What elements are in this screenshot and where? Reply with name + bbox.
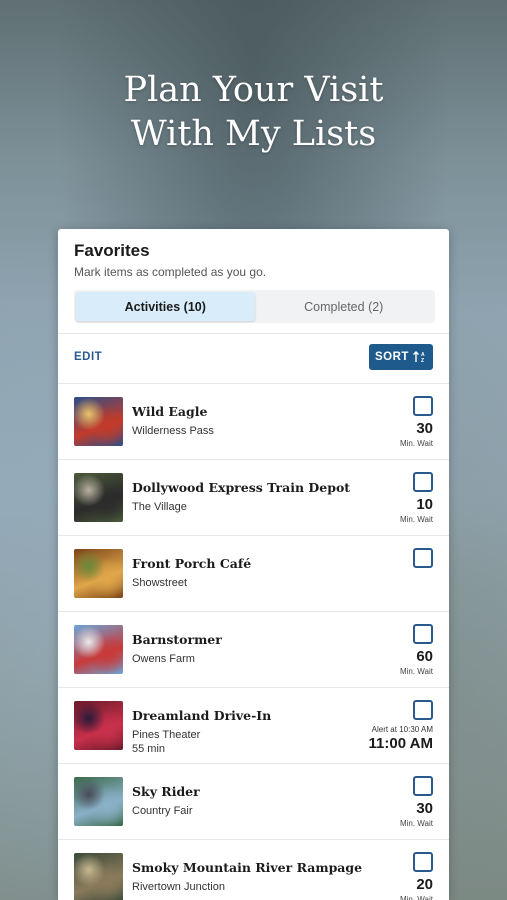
complete-checkbox[interactable]	[413, 776, 433, 796]
river-raft-thumbnail	[74, 853, 123, 900]
sort-label: SORT	[375, 351, 409, 363]
list-item[interactable]: Dollywood Express Train Depot The Village…	[58, 459, 449, 535]
item-name: Sky Rider	[132, 784, 200, 799]
item-area: Pines Theater	[132, 729, 201, 741]
wait-time-value: 60	[416, 648, 433, 665]
segmented-tabs: Activities (10) Completed (2)	[74, 290, 435, 323]
sort-az-icon: A Z	[412, 351, 425, 363]
item-name: Smoky Mountain River Rampage	[132, 860, 363, 875]
list-item[interactable]: Front Porch Café Showstreet	[58, 535, 449, 611]
complete-checkbox[interactable]	[413, 624, 433, 644]
hero-headline: Plan Your Visit With My Lists	[0, 68, 507, 156]
wait-time-value: 20	[416, 876, 433, 893]
wait-time-value: 10	[416, 496, 433, 513]
wait-time-value: 30	[416, 420, 433, 437]
wait-time-label: Min. Wait	[399, 439, 433, 448]
card-subtitle: Mark items as completed as you go.	[74, 265, 267, 279]
item-area: The Village	[132, 501, 187, 513]
roller-coaster-thumbnail	[74, 397, 123, 446]
alert-label: Alert at 10:30 AM	[371, 725, 433, 734]
item-name: Dreamland Drive-In	[132, 708, 272, 723]
complete-checkbox[interactable]	[413, 548, 433, 568]
item-area: Showstreet	[132, 577, 188, 589]
swing-ride-thumbnail	[74, 625, 123, 674]
list-item[interactable]: Sky Rider Country Fair 30 Min. Wait	[58, 763, 449, 839]
hero-line-2: With My Lists	[130, 114, 377, 154]
complete-checkbox[interactable]	[413, 852, 433, 872]
list-item[interactable]: Barnstormer Owens Farm 60 Min. Wait	[58, 611, 449, 687]
item-duration: 55 min	[132, 743, 166, 755]
steam-train-thumbnail	[74, 473, 123, 522]
food-plate-thumbnail	[74, 549, 123, 598]
wait-time-label: Min. Wait	[399, 895, 433, 900]
item-area: Rivertown Junction	[132, 881, 225, 893]
edit-button[interactable]: EDIT	[74, 351, 102, 363]
complete-checkbox[interactable]	[413, 396, 433, 416]
wait-time-value: 30	[416, 800, 433, 817]
complete-checkbox[interactable]	[413, 472, 433, 492]
svg-text:Z: Z	[421, 358, 425, 363]
item-area: Country Fair	[132, 805, 193, 817]
showtime-value: 11:00 AM	[368, 735, 433, 752]
list-item[interactable]: Wild Eagle Wilderness Pass 30 Min. Wait	[58, 383, 449, 459]
wait-time-label: Min. Wait	[399, 515, 433, 524]
item-name: Front Porch Café	[132, 556, 252, 571]
list-item[interactable]: Smoky Mountain River Rampage Rivertown Ju…	[58, 839, 449, 900]
item-name: Dollywood Express Train Depot	[132, 480, 351, 495]
card-title: Favorites	[74, 241, 150, 260]
item-name: Barnstormer	[132, 632, 222, 647]
item-name: Wild Eagle	[132, 404, 208, 419]
tab-activities[interactable]: Activities (10)	[76, 292, 255, 321]
stage-show-thumbnail	[74, 701, 123, 750]
list-item[interactable]: Dreamland Drive-In Pines Theater 55 min Ale…	[58, 687, 449, 763]
divider	[58, 333, 449, 334]
favorites-card: Favorites Mark items as completed as you…	[58, 229, 449, 900]
hero-line-1: Plan Your Visit	[123, 70, 384, 110]
item-area: Owens Farm	[132, 653, 195, 665]
sky-ride-thumbnail	[74, 777, 123, 826]
wait-time-label: Min. Wait	[399, 667, 433, 676]
complete-checkbox[interactable]	[413, 700, 433, 720]
tab-completed[interactable]: Completed (2)	[255, 292, 434, 321]
wait-time-label: Min. Wait	[399, 819, 433, 828]
favorites-list: Wild Eagle Wilderness Pass 30 Min. Wait Doll…	[58, 383, 449, 900]
sort-button[interactable]: SORT A Z	[369, 344, 433, 370]
item-area: Wilderness Pass	[132, 425, 214, 437]
